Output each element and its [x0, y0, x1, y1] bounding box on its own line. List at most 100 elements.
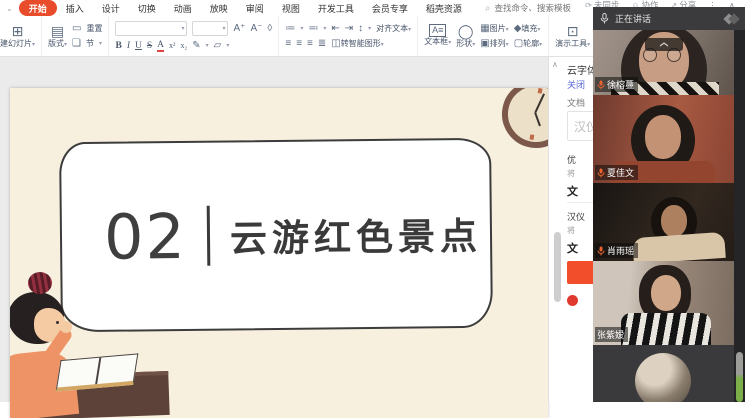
collaborate-button[interactable]: ☺协作 [631, 0, 658, 7]
decrease-font-icon[interactable]: A⁻ [250, 23, 262, 34]
girl-eye [56, 321, 59, 324]
title-divider [207, 206, 211, 266]
mic-on-icon [597, 80, 605, 90]
font-item-name[interactable]: 汉仪 [567, 210, 585, 223]
speaking-status-label: 正在讲话 [615, 12, 651, 25]
mic-on-icon [597, 168, 605, 178]
align-left-icon[interactable]: ≡ [285, 38, 291, 49]
meeting-scrollbar-track [734, 30, 745, 402]
girl-hand [60, 321, 72, 333]
participant-tile[interactable]: 夏佳文 [593, 95, 734, 183]
meeting-header[interactable]: 正在讲话 [593, 7, 745, 30]
bold-button[interactable]: B [115, 41, 121, 51]
decrease-indent-icon[interactable]: ⇤ [331, 23, 339, 34]
promo-icon [567, 295, 578, 306]
fill-button[interactable]: ◆填充▾ [514, 23, 541, 34]
girl-illustration[interactable] [10, 266, 162, 418]
share-button[interactable]: ↗分享 [671, 0, 697, 7]
font-item-sample: 文 [567, 183, 578, 199]
tab-docer[interactable]: 稻壳资源 [417, 1, 471, 16]
tab-transition[interactable]: 切换 [129, 1, 165, 16]
text-box-button[interactable]: A≡ 文本框▾ [424, 24, 451, 48]
font-size-combo[interactable]: ▾ [192, 21, 228, 36]
tab-view[interactable]: 视图 [273, 1, 309, 16]
tab-insert[interactable]: 插入 [57, 1, 93, 16]
outline-button[interactable]: ▢轮廓▾ [514, 38, 542, 49]
present-tools-icon: ⊡ [567, 23, 579, 39]
participant-name-badge: 徐榕蔓 [595, 77, 638, 92]
clear-format-icon[interactable]: ◊ [267, 23, 272, 34]
layout-button[interactable]: ▤ 版式▾ [48, 23, 67, 50]
doc-fonts-label: 文档 [567, 96, 585, 109]
strikethrough-button[interactable]: S [147, 41, 152, 51]
participant-name-badge: 肖雨瑶 [595, 243, 638, 258]
superscript-button[interactable]: x² [169, 41, 175, 50]
reset-button[interactable]: ▭重置 [72, 23, 102, 34]
titlebar-right-actions: ⟳未同步 ☺协作 ↗分享 ⋮ ∧ [585, 0, 735, 7]
new-slide-button[interactable]: ⊞ 建幻灯片▾ [0, 23, 35, 50]
participant-tile[interactable] [593, 345, 734, 402]
increase-font-icon[interactable]: A⁺ [233, 23, 245, 34]
clock-illustration[interactable] [497, 88, 548, 153]
close-tip-link[interactable]: 关闭 [567, 78, 585, 91]
mic-on-icon [597, 246, 605, 256]
panel-collapse-icon[interactable]: ∧ [552, 60, 558, 69]
tab-design[interactable]: 设计 [93, 1, 129, 16]
italic-button[interactable]: I [127, 41, 130, 51]
panel-scrollbar[interactable] [554, 232, 561, 302]
arrange-button[interactable]: ▣排列▾ [480, 38, 508, 49]
participant-tile[interactable]: 徐榕蔓 [593, 30, 734, 95]
align-text-button[interactable]: 对齐文本▾ [376, 23, 411, 34]
shapes-button[interactable]: ◯ 形状▾ [456, 23, 475, 50]
text-effects-icon[interactable]: ✎ [192, 40, 200, 51]
picture-icon: ▦ [480, 23, 489, 34]
text-box-icon: A≡ [429, 24, 446, 37]
search-icon: ⌕ [485, 3, 491, 14]
font-color-button[interactable]: A [157, 40, 164, 52]
more-menu-icon[interactable]: ⋮ [708, 0, 717, 7]
to-smart-graphic-button[interactable]: ◫转智能图形▾ [331, 38, 383, 49]
tab-home[interactable]: 开始 [19, 0, 57, 16]
collapse-panel-button[interactable] [645, 38, 683, 51]
smart-graphic-icon: ◫ [331, 38, 340, 49]
font-item-desc: 将 [567, 168, 575, 179]
font-item-desc: 将 [567, 225, 575, 236]
new-slide-icon: ⊞ [12, 23, 24, 39]
numbering-icon[interactable]: ≕ [308, 23, 318, 34]
tab-devtools[interactable]: 开发工具 [309, 1, 363, 16]
line-spacing-icon[interactable]: ↕ [358, 23, 363, 34]
picture-button[interactable]: ▦图片▾ [480, 23, 508, 34]
highlight-icon[interactable]: ▱ [214, 40, 222, 51]
group-font: ▾ ▾ A⁺ A⁻ ◊ B I U S A x² x₂ ✎▾ ▱▾ [109, 16, 279, 56]
collapse-ribbon-icon[interactable]: ∧ [729, 0, 735, 7]
bullets-icon[interactable]: ≔ [285, 23, 295, 34]
tab-animation[interactable]: 动画 [165, 1, 201, 16]
tab-slideshow[interactable]: 放映 [201, 1, 237, 16]
girl-hair-bun [28, 272, 52, 294]
sync-status[interactable]: ⟳未同步 [585, 0, 619, 7]
font-item-name[interactable]: 优 [567, 153, 576, 166]
participant-tile[interactable]: 肖雨瑶 [593, 183, 734, 261]
reset-icon: ▭ [72, 23, 81, 34]
window-menu-caret-icon[interactable]: ⌄ [0, 4, 19, 13]
group-paragraph: ≔▾ ≕▾ ⇤ ⇥ ↕▾ 对齐文本▾ ≡ ≡ ≡ ≣ ◫转智能图形▾ [279, 16, 418, 56]
mic-icon[interactable] [600, 13, 609, 24]
subscript-button[interactable]: x₂ [180, 41, 187, 50]
font-family-combo[interactable]: ▾ [115, 21, 187, 36]
group-slide-ops: ▤ 版式▾ ▭重置 ❏节▾ [42, 16, 109, 56]
slide-canvas[interactable]: 02 云游红色景点 [10, 88, 548, 418]
section-button[interactable]: ❏节▾ [72, 38, 102, 49]
tab-member[interactable]: 会员专享 [363, 1, 417, 16]
increase-indent-icon[interactable]: ⇥ [345, 23, 353, 34]
align-right-icon[interactable]: ≡ [307, 38, 313, 49]
underline-button[interactable]: U [135, 41, 142, 51]
align-center-icon[interactable]: ≡ [296, 38, 302, 49]
justify-icon[interactable]: ≣ [318, 38, 326, 49]
participant-name-badge: 夏佳文 [595, 165, 638, 180]
participant-tile[interactable]: 张紫嫒 [593, 261, 734, 345]
slide-section-number: 02 [104, 199, 188, 273]
tab-review[interactable]: 审阅 [237, 1, 273, 16]
meeting-panel[interactable]: 正在讲话 徐榕蔓 [593, 7, 745, 402]
present-tools-button[interactable]: ⊡ 演示工具▾ [555, 23, 590, 50]
meeting-scrollbar-thumb[interactable] [736, 352, 743, 402]
